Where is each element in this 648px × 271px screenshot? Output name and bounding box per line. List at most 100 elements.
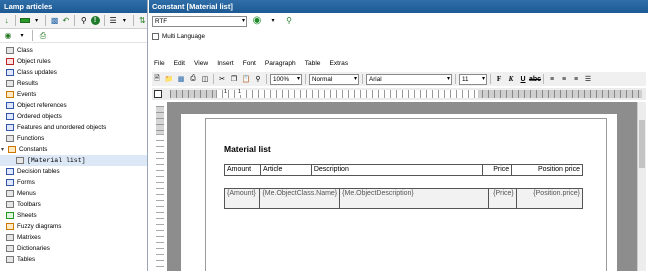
cell-amount-field[interactable]: {Amount}	[223, 188, 261, 209]
material-data-table[interactable]: {Amount} {Me.ObjectClass.Name} {Me.Objec…	[223, 188, 584, 209]
chevron-down-icon[interactable]: ▾	[32, 15, 41, 27]
material-header-table[interactable]: Amount Article Description Price Positio…	[224, 164, 583, 176]
header-cell-article[interactable]: Article	[259, 164, 312, 176]
circle-icon[interactable]: ◉	[251, 15, 263, 27]
header-cell-position-price[interactable]: Position price	[511, 164, 583, 176]
tree-item[interactable]: Object references	[0, 100, 147, 111]
header-cell-amount[interactable]: Amount	[224, 164, 261, 176]
save-icon[interactable]: ▩	[176, 74, 186, 84]
menu-item-font[interactable]: Font	[243, 60, 256, 71]
expand-toggle-icon[interactable]: ▾	[1, 146, 7, 153]
header-cell-price[interactable]: Price	[482, 164, 513, 176]
undo-icon[interactable]: ↶	[61, 15, 70, 27]
header-cell-description[interactable]: Description	[310, 164, 484, 176]
font-size-select[interactable]: 11	[459, 73, 487, 85]
tree-item[interactable]: ▾ Constants	[0, 144, 147, 155]
copy-icon[interactable]: ❐	[229, 74, 239, 84]
tab-stop-icon[interactable]	[154, 90, 162, 98]
tree-item[interactable]: Class updates	[0, 67, 147, 78]
print-icon[interactable]: ⎙	[37, 30, 49, 42]
underline-icon[interactable]: U	[518, 74, 528, 84]
tree-item[interactable]: Object rules	[0, 56, 147, 67]
align-center-icon[interactable]: ≡	[559, 74, 569, 84]
editor-toolbar: RTF ◉ ▾ ⚲	[149, 13, 648, 29]
menu-item-edit[interactable]: Edit	[174, 60, 185, 71]
cut-icon[interactable]: ✂	[217, 74, 227, 84]
justify-icon[interactable]: ☰	[583, 74, 593, 84]
separator	[362, 74, 363, 84]
tree-item[interactable]: Dictionaries	[0, 243, 147, 254]
horizontal-ruler[interactable]: 1 1	[170, 89, 642, 98]
tree-item[interactable]: Features and unordered objects	[0, 122, 147, 133]
vertical-ruler[interactable]	[156, 106, 164, 268]
tree-item[interactable]: Matrixes	[0, 232, 147, 243]
separator	[74, 15, 76, 26]
tree-item[interactable]: Forms	[0, 177, 147, 188]
chevron-down-icon[interactable]: ▾	[16, 30, 28, 42]
tree-item[interactable]: Toolbars	[0, 199, 147, 210]
find-icon[interactable]: ⚲	[253, 74, 263, 84]
menu-item-view[interactable]: View	[194, 60, 208, 71]
class-updates-icon	[6, 69, 14, 76]
ruler-marker: 1	[238, 89, 242, 95]
alert-icon[interactable]: !	[90, 15, 100, 27]
sort-icon[interactable]: ⇅	[138, 15, 147, 27]
print-preview-icon[interactable]: ◫	[200, 74, 210, 84]
document-heading[interactable]: Material list	[224, 144, 271, 154]
separator	[455, 74, 456, 84]
align-left-icon[interactable]: ≡	[547, 74, 557, 84]
search-icon[interactable]: ⚲	[79, 15, 88, 27]
cell-price-field[interactable]: {Price}	[487, 188, 517, 209]
menu-item-file[interactable]: File	[154, 60, 165, 71]
menu-item-table[interactable]: Table	[305, 60, 321, 71]
tree-item[interactable]: Menus	[0, 188, 147, 199]
menu-item-extras[interactable]: Extras	[329, 60, 348, 71]
tree-item[interactable]: Functions	[0, 133, 147, 144]
scrollbar-thumb[interactable]	[639, 120, 645, 168]
arrow-down-icon[interactable]: ↓	[2, 15, 11, 27]
decision-tables-icon	[6, 168, 14, 175]
bold-icon[interactable]: F	[494, 74, 504, 84]
italic-icon[interactable]: K	[506, 74, 516, 84]
tree-item[interactable]: Decision tables	[0, 166, 147, 177]
tree-item-label: Class updates	[17, 69, 57, 76]
chevron-down-icon[interactable]: ▾	[267, 15, 279, 27]
tree-item[interactable]: [Material list]	[0, 155, 147, 166]
format-select[interactable]: RTF	[152, 15, 247, 27]
print-icon[interactable]: ⎙	[188, 74, 198, 84]
document-area[interactable]: Material list Amount Article Description…	[167, 102, 637, 271]
green-rectangle-icon[interactable]	[20, 15, 30, 27]
view-icon[interactable]: ◉	[2, 30, 14, 42]
chevron-down-icon[interactable]: ▾	[120, 15, 129, 27]
tree-item[interactable]: Ordered objects	[0, 111, 147, 122]
cell-article-field[interactable]: {Me.ObjectClass.Name}	[259, 188, 341, 209]
vertical-scrollbar[interactable]	[637, 102, 646, 271]
list-icon[interactable]: ☰	[108, 15, 117, 27]
separator	[103, 15, 105, 26]
zoom-select[interactable]: 100%	[270, 73, 302, 85]
new-document-icon[interactable]: 🗎	[152, 74, 162, 84]
align-right-icon[interactable]: ≡	[571, 74, 581, 84]
project-tree-panel: Lamp articles ↓ ▾ ▩ ↶ ⚲ ! ☰ ▾ ⇅ ◉ ▾ ⎙ Cl…	[0, 0, 148, 271]
menu-item-paragraph[interactable]: Paragraph	[265, 60, 296, 71]
paste-icon[interactable]: 📋	[241, 74, 251, 84]
pin-icon[interactable]: ⚲	[283, 15, 295, 27]
cell-position-price-field[interactable]: {Position.price}	[515, 188, 584, 209]
tree-item[interactable]: Events	[0, 89, 147, 100]
open-folder-icon[interactable]: 📁	[164, 74, 174, 84]
style-select[interactable]: Normal	[309, 73, 359, 85]
multi-language-checkbox[interactable]	[152, 32, 159, 40]
tree-item-label: Toolbars	[17, 201, 41, 208]
tree-item[interactable]: Fuzzy diagrams	[0, 221, 147, 232]
strikethrough-icon[interactable]: abc	[529, 74, 541, 84]
menu-bar: File Edit View Insert Font Paragraph Table Extr…	[154, 60, 348, 71]
tree-item[interactable]: Results	[0, 78, 147, 89]
font-select[interactable]: Arial	[366, 73, 452, 85]
document-page[interactable]: Material list Amount Article Description…	[181, 114, 617, 271]
cell-description-field[interactable]: {Me.ObjectDescription}	[339, 188, 489, 209]
save-icon[interactable]: ▩	[50, 15, 59, 27]
menu-item-insert[interactable]: Insert	[217, 60, 234, 71]
tree-item[interactable]: Tables	[0, 254, 147, 265]
tree-item[interactable]: Sheets	[0, 210, 147, 221]
tree-item[interactable]: Class	[0, 45, 147, 56]
